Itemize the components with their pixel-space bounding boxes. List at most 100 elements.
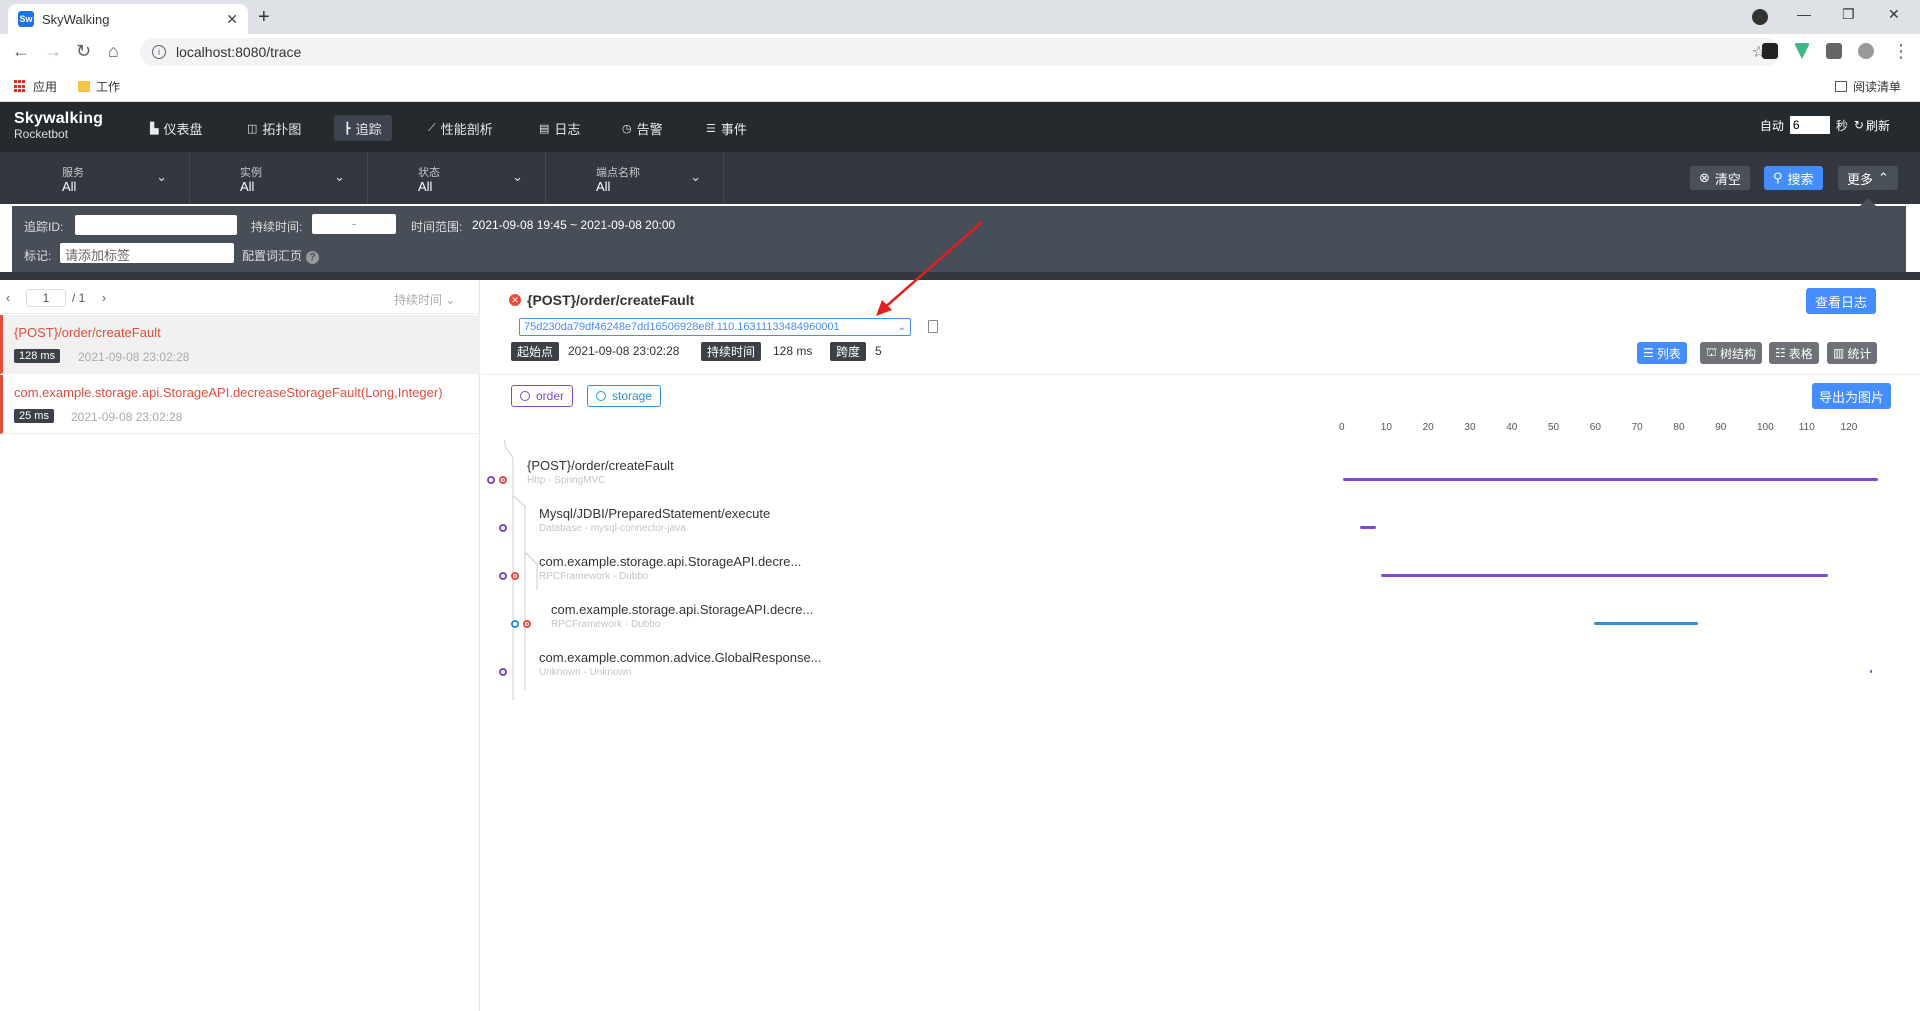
span-node-dot[interactable] [499, 524, 507, 532]
nav-dashboard[interactable]: ▙ 仪表盘 [140, 115, 212, 141]
nav-profile[interactable]: ⟋ 性能剖析 [418, 115, 503, 141]
span-row[interactable]: com.example.common.advice.GlobalResponse… [539, 650, 822, 678]
span-row[interactable]: {POST}/order/createFault Http - SpringMVC [527, 458, 674, 486]
url-input[interactable]: i localhost:8080/trace ☆ [140, 38, 1780, 66]
refresh-button[interactable]: ↻ 刷新 [1854, 117, 1890, 134]
forward-icon[interactable]: → [44, 41, 62, 62]
span-node-dot[interactable] [499, 668, 507, 676]
span-duration-bar[interactable] [1380, 574, 1828, 577]
span-row[interactable]: com.example.storage.api.StorageAPI.decre… [539, 554, 801, 582]
span-duration-bar[interactable] [1343, 478, 1879, 481]
view-statistics-button[interactable]: ▥ 统计 [1827, 342, 1878, 364]
more-label: 更多 [1847, 171, 1874, 187]
browser-tab[interactable]: Sw SkyWalking ✕ [8, 4, 248, 34]
browser-menu-icon[interactable]: ⋮ [1892, 41, 1910, 62]
help-icon[interactable]: ? [306, 251, 320, 264]
extensions-puzzle-icon[interactable] [1826, 43, 1842, 59]
profile-icon: ⟋ [428, 121, 436, 134]
endpoint-select[interactable]: 端点名称 All ⌄ [546, 152, 724, 204]
skywalking-logo[interactable]: Skywalking Rocketbot [14, 110, 103, 141]
trace-list-item[interactable]: {POST}/order/createFault 128 ms 2021-09-… [0, 315, 480, 374]
home-icon[interactable]: ⌂ [108, 41, 119, 62]
restore-icon[interactable]: ❐ [1842, 6, 1855, 23]
duration-input[interactable]: - [312, 214, 396, 234]
tab-close-icon[interactable]: ✕ [226, 11, 238, 28]
span-error-icon [511, 572, 519, 580]
window-close-icon[interactable]: ✕ [1888, 6, 1900, 23]
copy-icon[interactable] [928, 320, 938, 333]
service-legend-order[interactable]: order [511, 385, 574, 407]
table-icon: ☷ [1775, 346, 1786, 360]
reload-icon[interactable]: ↻ [76, 41, 91, 62]
tags-input[interactable]: 请添加标签 [60, 243, 234, 263]
view-table-button[interactable]: ☷ 表格 [1769, 342, 1819, 364]
site-info-icon[interactable]: i [152, 45, 166, 59]
more-button[interactable]: 更多 ⌃ [1838, 166, 1898, 190]
nav-event[interactable]: ☰ 事件 [696, 115, 757, 141]
minimize-icon[interactable]: — [1797, 6, 1811, 22]
service-select[interactable]: 服务 All ⌄ [12, 152, 190, 204]
dashboard-icon: ▙ [150, 122, 159, 135]
bookmark-work[interactable]: 工作 [78, 78, 120, 95]
span-node-dot[interactable] [499, 572, 507, 580]
select-label: 端点名称 [596, 167, 640, 179]
trace-id-input[interactable] [75, 215, 237, 235]
start-value: 2021-09-08 23:02:28 [568, 344, 680, 358]
span-duration-bar[interactable] [1359, 526, 1377, 529]
sort-dropdown[interactable]: 持续时间 ⌄ [394, 291, 455, 308]
span-duration-bar[interactable] [1593, 622, 1699, 625]
topology-icon: ◫ [247, 122, 258, 135]
browser-tab-bar: Sw SkyWalking ✕ + — ❐ ✕ [0, 0, 1920, 34]
select-label: 实例 [240, 167, 262, 179]
view-logs-button[interactable]: 查看日志 [1806, 288, 1877, 314]
logo-subtitle: Rocketbot [14, 127, 69, 141]
axis-tick-label: 90 [1715, 422, 1727, 433]
nav-alarm[interactable]: ◷ 告警 [612, 115, 673, 141]
span-row[interactable]: com.example.storage.api.StorageAPI.decre… [551, 602, 813, 630]
folder-icon [78, 81, 90, 92]
reading-list-icon [1835, 81, 1847, 92]
auto-label[interactable]: 自动 [1760, 117, 1784, 134]
span-node-dot[interactable] [487, 476, 495, 484]
nav-label: 告警 [636, 121, 663, 137]
trace-id-label: 追踪ID: [24, 220, 64, 234]
profile-menu-icon[interactable] [1752, 9, 1768, 25]
span-component: Unknown - Unknown [539, 667, 632, 678]
instance-select[interactable]: 实例 All ⌄ [190, 152, 368, 204]
new-tab-icon[interactable]: + [258, 6, 270, 29]
reading-list[interactable]: 阅读清单 [1835, 78, 1901, 95]
time-range-value[interactable]: 2021-09-08 19:45 ~ 2021-09-08 20:00 [472, 218, 675, 232]
refresh-label: 刷新 [1865, 118, 1890, 133]
trace-id-select[interactable]: 75d230da79df46248e7dd16506928e8f.110.163… [519, 318, 911, 336]
span-node-dot[interactable] [511, 620, 519, 628]
nav-topology[interactable]: ◫ 拓扑图 [237, 115, 311, 141]
vue-devtools-icon[interactable] [1794, 43, 1810, 59]
bookmark-apps[interactable]: 应用 [14, 78, 57, 95]
back-icon[interactable]: ← [12, 41, 30, 62]
span-row[interactable]: Mysql/JDBI/PreparedStatement/execute Data… [539, 506, 770, 534]
status-select[interactable]: 状态 All ⌄ [368, 152, 546, 204]
account-avatar-icon[interactable] [1858, 43, 1874, 59]
next-page-icon[interactable]: › [102, 291, 106, 305]
time-range-label: 时间范围: [411, 220, 463, 234]
export-image-button[interactable]: 导出为图片 [1812, 383, 1892, 409]
nav-trace[interactable]: ┣ 追踪 [334, 115, 392, 141]
span-component: Http - SpringMVC [527, 475, 606, 486]
trace-list-item[interactable]: com.example.storage.api.StorageAPI.decre… [0, 375, 480, 434]
view-list-button[interactable]: ☰ 列表 [1637, 342, 1687, 364]
span-duration-bar[interactable] [1869, 670, 1872, 673]
clear-button[interactable]: ⊗ 清空 [1690, 166, 1750, 190]
refresh-interval-input[interactable] [1789, 116, 1830, 134]
extension-1-icon[interactable] [1762, 43, 1778, 59]
page-input[interactable]: 1 [26, 289, 66, 307]
trace-detail-panel: ✕ {POST}/order/createFault 75d230da79df4… [481, 280, 1920, 1011]
config-vocab-link[interactable]: 配置词汇页? [242, 247, 320, 264]
view-tree-button[interactable]: ⛫ 树结构 [1700, 342, 1763, 364]
nav-log[interactable]: ▤ 日志 [529, 115, 590, 141]
search-label: 搜索 [1787, 171, 1814, 187]
view-label: 表格 [1788, 346, 1813, 361]
search-button[interactable]: ⚲ 搜索 [1764, 166, 1823, 190]
axis-tick-label: 0 [1339, 422, 1345, 433]
prev-page-icon[interactable]: ‹ [6, 291, 10, 305]
service-legend-storage[interactable]: storage [587, 385, 662, 407]
